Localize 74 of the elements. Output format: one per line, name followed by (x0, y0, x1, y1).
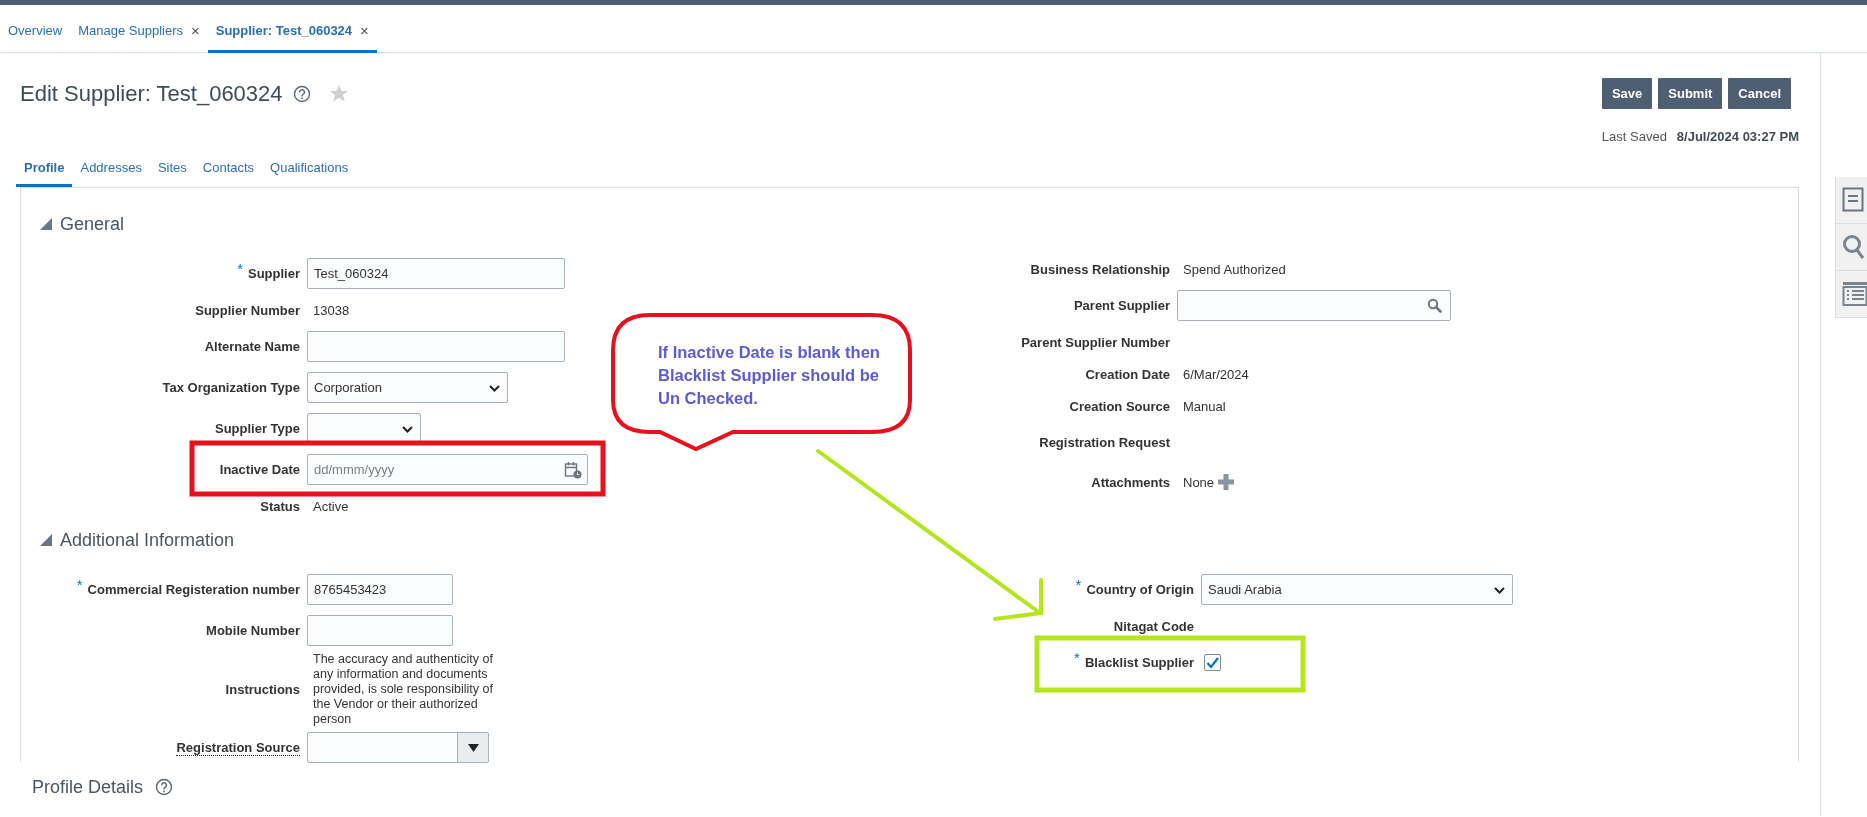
field-label: Creation Source (1069, 398, 1170, 414)
field-label: Country of Origin (1086, 582, 1194, 597)
text-field[interactable]: 8765453423 (307, 574, 453, 605)
field-value: Spend Authorized (1182, 261, 1286, 277)
required-mark: * (1075, 576, 1082, 593)
help-icon[interactable] (292, 84, 311, 103)
section-tab[interactable]: Contacts (194, 151, 263, 187)
section-tab[interactable]: Sites (149, 151, 195, 187)
field-label: Blacklist Supplier (1084, 655, 1194, 670)
star-icon[interactable] (328, 84, 349, 103)
field-label: Status (260, 498, 300, 514)
callout-text: If Inactive Date is blank then Blacklist Supplier should be Un Checked. (658, 342, 880, 409)
field-label: Parent Supplier Number (1021, 334, 1170, 350)
field-label: Creation Date (1085, 366, 1170, 382)
list-icon[interactable] (1842, 281, 1867, 307)
section-title: Additional Information (60, 529, 235, 551)
collapse-icon[interactable] (40, 218, 52, 230)
field-label: Attachments (1091, 474, 1170, 490)
nav-tab[interactable]: Overview (0, 5, 71, 53)
field-label: Registration Source (176, 739, 300, 756)
action-button[interactable]: Cancel (1728, 78, 1791, 109)
section-title: Profile Details (32, 776, 144, 798)
section-tab[interactable]: Addresses (72, 151, 150, 187)
required-mark: * (76, 576, 83, 593)
field-label: Mobile Number (206, 623, 300, 638)
field-value: None (1182, 474, 1215, 490)
help-icon[interactable] (155, 778, 174, 796)
field-label: Parent Supplier (1073, 298, 1170, 313)
field-label: Inactive Date (219, 462, 300, 477)
field-label: Tax Organization Type (162, 380, 300, 395)
required-mark: * (237, 260, 243, 277)
section-tab[interactable]: Qualifications (262, 151, 357, 187)
nav-tab[interactable]: Manage Suppliers × (70, 5, 208, 53)
field-label: Commercial Registeration number (87, 582, 300, 597)
dropdown[interactable]: Saudi Arabia (1201, 574, 1513, 605)
page-title: Edit Supplier: Test_060324 (20, 80, 283, 107)
add-icon[interactable] (1218, 474, 1235, 490)
field-value: Active (312, 498, 349, 514)
text-field[interactable] (307, 615, 453, 646)
dropdown-button[interactable] (457, 733, 488, 762)
collapse-icon[interactable] (40, 534, 52, 546)
last-saved-label: Last Saved (1601, 128, 1667, 144)
text-field[interactable] (307, 331, 565, 362)
field-label: Registration Request (1039, 434, 1170, 450)
field-label: Nitagat Code (1113, 618, 1194, 634)
search-field[interactable] (1177, 290, 1451, 321)
field-label: Supplier (248, 266, 300, 281)
nav-tab[interactable]: Supplier: Test_060324 × (207, 5, 377, 53)
document-icon[interactable] (1842, 187, 1867, 213)
text-field[interactable]: Test_060324 (307, 258, 565, 289)
search-icon[interactable] (1842, 234, 1867, 260)
field-value: 6/Mar/2024 (1182, 366, 1249, 382)
required-mark: * (1074, 649, 1080, 666)
field-label: Supplier Number (195, 302, 300, 318)
action-button[interactable]: Submit (1658, 78, 1723, 109)
field-label: Instructions (225, 681, 300, 697)
caret-icon (467, 743, 479, 752)
close-button[interactable]: × (191, 22, 200, 39)
combo-field[interactable] (307, 732, 489, 763)
field-label: Supplier Type (215, 421, 300, 436)
last-saved-time: 8/Jul/2024 03:27 PM (1676, 128, 1799, 144)
checkbox[interactable] (1204, 654, 1221, 671)
instructions-text: The accuracy and authenticity of any information and documents provided, is sole responsibility of the Vendor or their authorized person (312, 651, 494, 727)
section-tab[interactable]: Profile (16, 151, 73, 187)
check-icon (1206, 656, 1219, 669)
field-value: 13038 (312, 302, 350, 318)
section-title: General (60, 213, 125, 235)
close-button[interactable]: × (360, 22, 369, 39)
field-label: Business Relationship (1030, 261, 1170, 277)
date-field[interactable]: dd/mmm/yyyy (307, 454, 588, 485)
field-label: Alternate Name (204, 339, 300, 354)
action-button[interactable]: Save (1601, 78, 1653, 109)
dropdown[interactable]: Corporation (307, 372, 508, 403)
field-value: Manual (1182, 398, 1226, 414)
